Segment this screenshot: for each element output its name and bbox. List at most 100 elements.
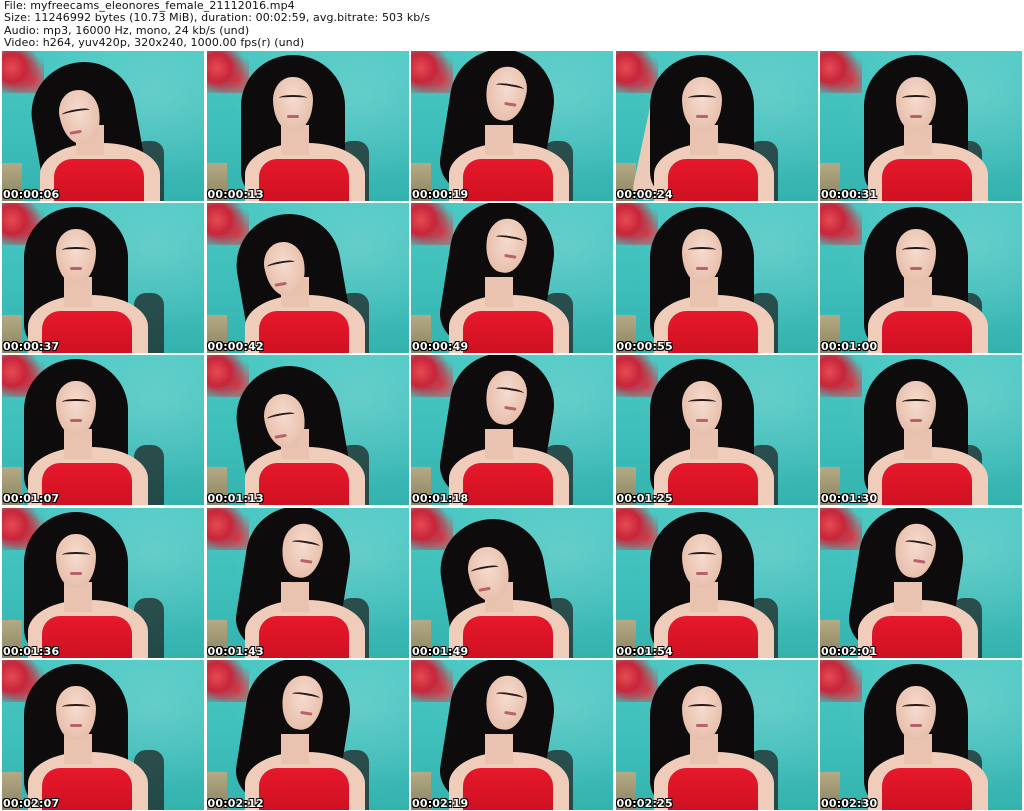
frame-timestamp: 00:01:18: [412, 492, 469, 506]
video-frame-thumbnail: 00:00:13: [206, 51, 409, 201]
person-mouth: [695, 267, 708, 271]
flower-decoration: [411, 355, 453, 398]
flower-decoration: [615, 51, 658, 93]
red-top: [667, 311, 758, 354]
frame-timestamp: 00:00:24: [616, 188, 673, 201]
person-neck: [280, 581, 309, 612]
person-mouth: [70, 419, 82, 423]
person-mouth: [695, 115, 708, 118]
person-neck: [485, 125, 513, 155]
red-top: [882, 767, 972, 810]
red-top: [463, 767, 553, 810]
flower-decoration: [615, 355, 658, 398]
video-frame-thumbnail: 00:01:25: [615, 355, 818, 506]
person-mouth: [910, 115, 922, 118]
red-top: [667, 159, 758, 201]
frame-timestamp: 00:01:49: [412, 644, 469, 658]
person-neck: [280, 733, 309, 764]
person-face: [681, 533, 722, 588]
person-eyes: [687, 703, 716, 710]
video-frame-thumbnail: 00:01:18: [411, 355, 613, 506]
video-frame-thumbnail: 00:01:49: [411, 507, 613, 658]
person-mouth: [910, 723, 922, 727]
person-face: [681, 381, 722, 436]
video-frame-thumbnail: 00:00:37: [2, 203, 204, 354]
frame-timestamp: 00:02:07: [3, 796, 60, 810]
person-neck: [894, 581, 922, 612]
person-face: [56, 533, 96, 588]
person-face: [896, 685, 936, 740]
frame-timestamp: 00:00:55: [616, 340, 673, 354]
red-top: [667, 615, 758, 658]
flower-decoration: [411, 507, 453, 550]
flower-decoration: [206, 507, 249, 550]
frame-timestamp: 00:02:19: [412, 796, 469, 810]
person-eyes: [62, 551, 90, 558]
person-eyes: [902, 95, 930, 101]
video-frame-thumbnail: 00:01:30: [820, 355, 1022, 506]
video-frame-thumbnail: 00:00:24: [615, 51, 818, 201]
frame-timestamp: 00:01:07: [3, 492, 60, 506]
video-frame-thumbnail: 00:01:00: [820, 203, 1022, 354]
video-frame-thumbnail: 00:00:06: [2, 51, 204, 201]
frame-timestamp: 00:01:13: [207, 492, 264, 506]
video-frame-thumbnail: 00:00:49: [411, 203, 613, 354]
video-frame-thumbnail: 00:01:43: [206, 507, 409, 658]
person-mouth: [70, 267, 82, 271]
frame-timestamp: 00:01:36: [3, 644, 60, 658]
person-eyes: [687, 551, 716, 558]
video-frame-thumbnail: 00:02:12: [206, 659, 409, 810]
flower-decoration: [411, 203, 453, 246]
frame-timestamp: 00:01:00: [821, 340, 878, 354]
person-face: [272, 77, 313, 131]
flower-decoration: [206, 203, 249, 246]
red-top: [667, 767, 758, 810]
frame-timestamp: 00:01:43: [207, 644, 264, 658]
frame-timestamp: 00:02:12: [207, 796, 264, 810]
person-face: [681, 229, 722, 284]
flower-decoration: [820, 51, 862, 93]
frame-timestamp: 00:00:42: [207, 340, 264, 354]
video-frame-thumbnail: 00:01:07: [2, 355, 204, 506]
frame-timestamp: 00:02:01: [821, 644, 878, 658]
red-top: [463, 311, 553, 354]
red-top: [463, 463, 553, 506]
frame-timestamp: 00:02:30: [821, 796, 878, 810]
person-neck: [485, 733, 513, 764]
thumbnail-grid: 00:00:06 00:00:13 00:00:19 00:00:24 00:00:31…: [2, 51, 1022, 810]
video-frame-thumbnail: 00:02:19: [411, 659, 613, 810]
red-top: [463, 615, 553, 658]
flower-decoration: [206, 355, 249, 398]
flower-decoration: [206, 51, 249, 93]
red-top: [667, 463, 758, 506]
person-eyes: [278, 95, 307, 101]
red-top: [882, 159, 972, 201]
person-face: [681, 685, 722, 740]
person-neck: [485, 277, 513, 308]
person-mouth: [695, 571, 708, 575]
person-mouth: [695, 723, 708, 727]
flower-decoration: [820, 355, 862, 398]
video-info-line: Video: h264, yuv420p, 320x240, 1000.00 f…: [4, 36, 305, 50]
video-frame-thumbnail: 00:02:30: [820, 659, 1022, 810]
frame-timestamp: 00:00:19: [412, 188, 469, 201]
frame-timestamp: 00:01:25: [616, 492, 673, 506]
frame-timestamp: 00:00:06: [3, 188, 60, 201]
person-eyes: [902, 703, 930, 710]
video-frame-thumbnail: 00:01:54: [615, 507, 818, 658]
flower-decoration: [615, 507, 658, 550]
red-top: [258, 311, 349, 354]
red-top: [463, 159, 553, 201]
frame-timestamp: 00:01:54: [616, 644, 673, 658]
person-neck: [485, 429, 513, 460]
video-frame-thumbnail: 00:01:13: [206, 355, 409, 506]
video-frame-thumbnail: 00:02:07: [2, 659, 204, 810]
flower-decoration: [820, 203, 862, 246]
frame-timestamp: 00:00:49: [412, 340, 469, 354]
frame-timestamp: 00:00:13: [207, 188, 264, 201]
frame-timestamp: 00:02:25: [616, 796, 673, 810]
video-frame-thumbnail: 00:02:01: [820, 507, 1022, 658]
red-top: [258, 615, 349, 658]
red-top: [258, 767, 349, 810]
video-frame-thumbnail: 00:02:25: [615, 659, 818, 810]
